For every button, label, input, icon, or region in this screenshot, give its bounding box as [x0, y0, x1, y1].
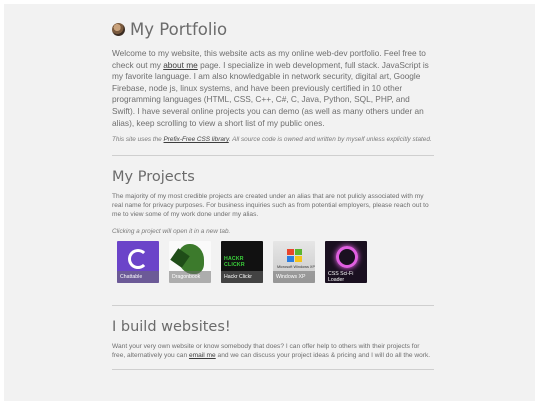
projects-section: My Projects The majority of my most cred…: [112, 169, 434, 283]
hackr-clickr-logo: HACKR CLICKR: [224, 255, 245, 268]
websites-title: I build websites!: [112, 318, 231, 335]
projects-title: My Projects: [112, 168, 195, 185]
divider: [112, 304, 434, 306]
avatar: [112, 22, 125, 36]
page-title: My Portfolio: [130, 19, 228, 39]
project-label: Hackr Clickr: [221, 270, 263, 283]
project-chattable[interactable]: Chattable: [117, 240, 159, 283]
header: My Portfolio: [112, 15, 434, 43]
note-text-start: This site uses the: [112, 136, 164, 144]
divider: [112, 154, 434, 156]
project-label: CSS Sci-Fi Loader: [328, 270, 354, 283]
intro-paragraph: Welcome to my website, this website acts…: [112, 48, 434, 129]
email-me-link[interactable]: email me: [189, 352, 216, 359]
windows-logo-icon: [287, 248, 303, 263]
project-label: Windows XP: [273, 270, 315, 283]
project-windows-xp[interactable]: Microsoft Windows XP Windows XP: [273, 240, 315, 283]
prefix-free-link[interactable]: Prefix-Free CSS library: [164, 136, 229, 143]
websites-text: Want your very own website or know someb…: [112, 342, 434, 361]
main-content: My Portfolio Welcome to my website, this…: [112, 12, 434, 371]
project-label: Dragonbook: [169, 270, 211, 283]
library-note: This site uses the Prefix-Free CSS libra…: [112, 136, 434, 145]
chattable-logo-icon: [128, 248, 148, 269]
page: My Portfolio Welcome to my website, this…: [4, 4, 535, 401]
projects-hint: Clicking a project will open it in a new…: [112, 227, 231, 235]
projects-description: The majority of my most credible project…: [112, 192, 429, 219]
websites-section: I build websites! Want your very own web…: [112, 319, 434, 361]
loader-ring-icon: [336, 245, 358, 268]
windows-xp-logo-text: Microsoft Windows XP: [277, 264, 315, 269]
project-css-sci-fi-loader[interactable]: CSS Sci-Fi Loader: [325, 240, 367, 283]
note-text-end: . All source code is owned and written b…: [228, 136, 432, 144]
about-me-link[interactable]: about me: [163, 60, 198, 70]
project-hackr-clickr[interactable]: HACKR CLICKR Hackr Clickr: [221, 240, 263, 283]
project-dragonbook[interactable]: Dragonbook: [169, 240, 211, 283]
divider: [112, 369, 434, 371]
websites-text-end: and we can discuss your project ideas & …: [215, 351, 431, 359]
project-label: Chattable: [117, 270, 159, 283]
project-list: Chattable Dragonbook HACKR CLICKR Hackr …: [117, 240, 434, 283]
